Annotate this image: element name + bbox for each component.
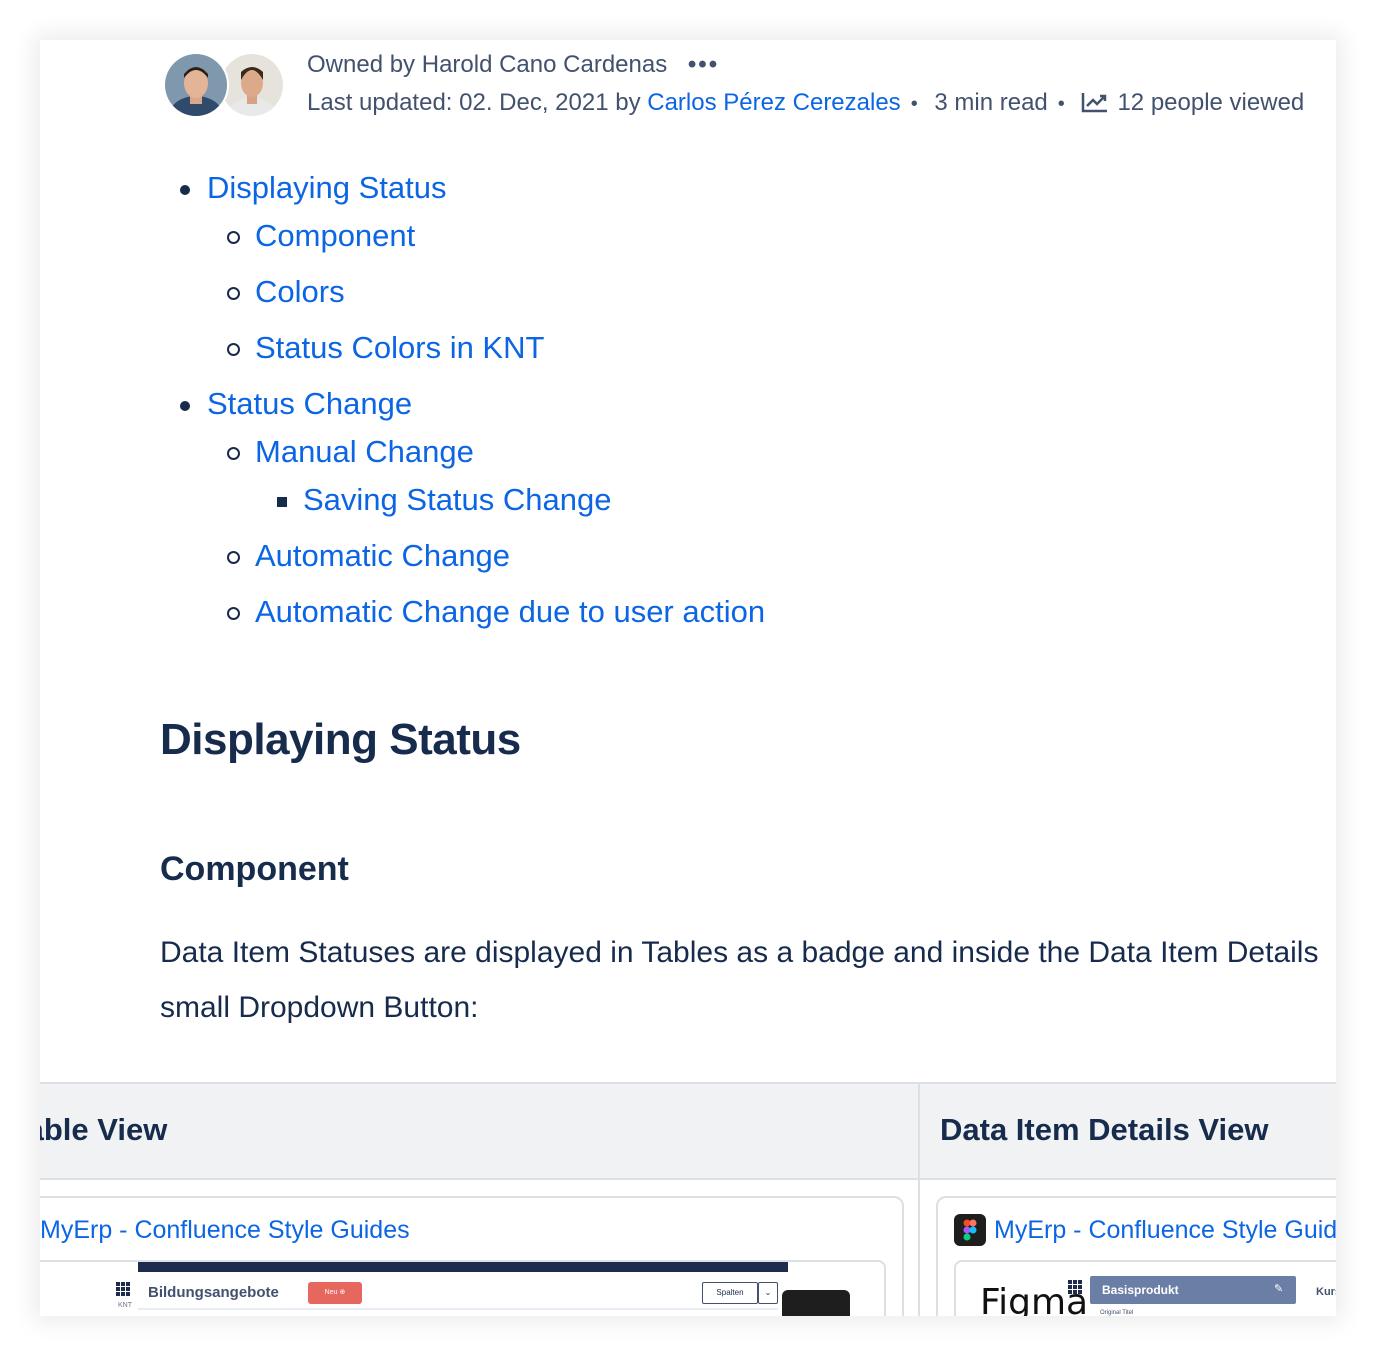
embed-link[interactable]: MyErp - Confluence Style Guides <box>40 1216 410 1245</box>
comparison-table: Table View Data Item Details View MyErp … <box>40 1082 1336 1316</box>
toc-link-automatic-change-user-action[interactable]: Automatic Change due to user action <box>255 592 765 632</box>
embed-link[interactable]: MyErp - Confluence Style Guides <box>994 1216 1336 1245</box>
trend-icon <box>1082 93 1108 113</box>
read-time: 3 min read <box>934 89 1048 116</box>
preview-divider <box>138 1308 778 1310</box>
toc-link-component[interactable]: Component <box>255 216 415 256</box>
preview-panel-field: Original Titel <box>1100 1310 1134 1316</box>
updated-prefix: Last updated: 02. Dec, 2021 by <box>307 89 641 116</box>
column-header-table-view: Table View <box>40 1112 168 1147</box>
preview-new-button: Neu ⊕ <box>308 1282 362 1304</box>
grid-icon <box>116 1282 130 1296</box>
preview-columns-button: Spalten <box>702 1282 758 1304</box>
view-count[interactable]: 12 people viewed <box>1117 89 1304 116</box>
toc-link-automatic-change[interactable]: Automatic Change <box>255 536 510 576</box>
edit-icon: ✎ <box>1274 1283 1284 1295</box>
toc-link-manual-change[interactable]: Manual Change <box>255 432 474 472</box>
list-bullet <box>227 447 240 460</box>
updated-by-link[interactable]: Carlos Pérez Cerezales <box>647 89 900 116</box>
preview-module-label: KNT <box>118 1302 132 1309</box>
list-bullet <box>227 551 240 564</box>
separator-dot: • <box>1057 93 1065 115</box>
owned-prefix: Owned by <box>307 51 416 78</box>
heading-displaying-status: Displaying Status <box>160 715 521 764</box>
list-bullet <box>227 287 240 300</box>
column-divider <box>918 1082 920 1316</box>
list-bullet <box>227 343 240 356</box>
list-bullet <box>277 497 287 507</box>
owner-name[interactable]: Harold Cano Cardenas <box>422 51 667 78</box>
toc-link-saving-status-change[interactable]: Saving Status Change <box>303 480 612 520</box>
avatar[interactable] <box>163 52 229 118</box>
list-bullet <box>227 607 240 620</box>
contributor-avatars[interactable] <box>163 52 293 118</box>
preview-panel-header: Basisprodukt <box>1090 1276 1296 1304</box>
preview-title: Bildungsangebote <box>148 1284 279 1301</box>
page-frame: Owned by Harold Cano Cardenas ••• Last u… <box>40 40 1336 1316</box>
figma-embed-card[interactable]: MyErp - Confluence Style Guides Figma Ba… <box>936 1196 1336 1316</box>
toc-link-status-change[interactable]: Status Change <box>207 384 412 424</box>
list-bullet <box>227 231 240 244</box>
column-header-details-view: Data Item Details View <box>940 1112 1269 1147</box>
grid-icon <box>1068 1280 1082 1294</box>
heading-component: Component <box>160 850 349 888</box>
last-updated: Last updated: 02. Dec, 2021 by Carlos Pé… <box>307 88 1304 118</box>
toc-link-status-colors-knt[interactable]: Status Colors in KNT <box>255 328 544 368</box>
preview-side-label: Kurs <box>1316 1286 1336 1298</box>
toc-link-displaying-status[interactable]: Displaying Status <box>207 168 447 208</box>
more-icon[interactable]: ••• <box>688 50 719 80</box>
list-bullet <box>180 401 190 411</box>
figma-embed-card[interactable]: MyErp - Confluence Style Guides KNT Bild… <box>40 1196 904 1316</box>
separator-dot: • <box>910 93 918 115</box>
chevron-down-icon: ⌄ <box>758 1282 778 1304</box>
list-bullet <box>180 185 190 195</box>
paragraph-line: Data Item Statuses are displayed in Tabl… <box>160 936 1319 969</box>
embed-preview[interactable]: Figma Basisprodukt ✎ Original Titel Kurs <box>954 1260 1336 1316</box>
owned-by: Owned by Harold Cano Cardenas ••• <box>307 50 719 80</box>
figma-icon <box>954 1214 986 1246</box>
toc-link-colors[interactable]: Colors <box>255 272 345 312</box>
paragraph-line: small Dropdown Button: <box>160 991 479 1024</box>
table-header-row: Table View Data Item Details View <box>40 1082 1336 1180</box>
preview-navbar <box>138 1262 788 1272</box>
figma-overlay-button[interactable] <box>782 1290 850 1316</box>
embed-preview[interactable]: KNT Bildungsangebote Neu ⊕ Spalten ⌄ <box>40 1260 886 1316</box>
body-paragraph: Data Item Statuses are displayed in Tabl… <box>160 925 1336 1035</box>
